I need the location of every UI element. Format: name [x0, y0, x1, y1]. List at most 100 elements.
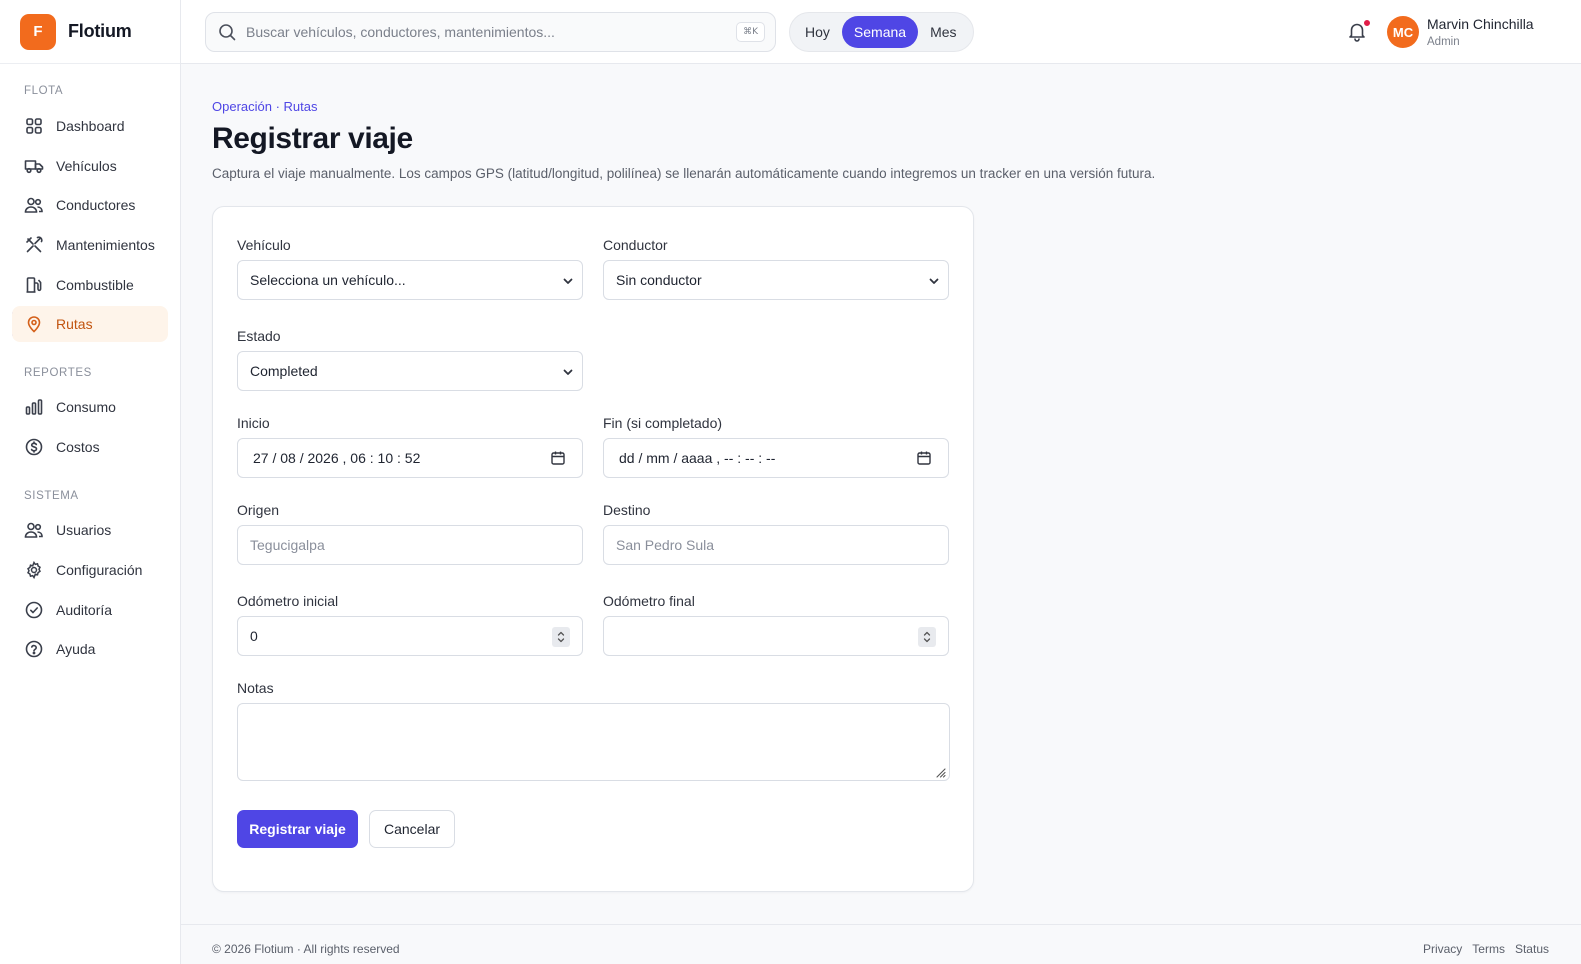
- sidebar-item-label: Rutas: [56, 316, 93, 332]
- end-datetime-input[interactable]: dd / mm / aaaa , -- : -- : --: [603, 438, 949, 478]
- user-name: Marvin Chinchilla: [1427, 16, 1534, 32]
- number-stepper[interactable]: [918, 627, 936, 647]
- avatar[interactable]: MC: [1387, 16, 1419, 48]
- register-trip-button[interactable]: Registrar viaje: [237, 810, 358, 848]
- sidebar-item-combustible[interactable]: Combustible: [12, 267, 168, 303]
- origin-label: Origen: [237, 502, 280, 518]
- sidebar-item-usuarios[interactable]: Usuarios: [12, 512, 168, 548]
- destination-label: Destino: [603, 502, 651, 518]
- sidebar-item-label: Mantenimientos: [56, 237, 155, 253]
- footer-link-terms[interactable]: Terms: [1472, 942, 1505, 956]
- driver-label: Conductor: [603, 237, 668, 253]
- user-role: Admin: [1427, 36, 1460, 48]
- calendar-icon[interactable]: [916, 450, 932, 466]
- calendar-icon[interactable]: [550, 450, 566, 466]
- notes-label: Notas: [237, 680, 274, 696]
- footer-link-status[interactable]: Status: [1515, 942, 1549, 956]
- brand[interactable]: F Flotium: [0, 0, 180, 64]
- period-mes[interactable]: Mes: [918, 16, 968, 48]
- grid-icon: [24, 116, 44, 136]
- sidebar-item-label: Combustible: [56, 277, 134, 293]
- origin-placeholder: Tegucigalpa: [250, 537, 325, 553]
- search-icon: [218, 23, 236, 41]
- cancel-button[interactable]: Cancelar: [369, 810, 455, 848]
- end-datetime-value: dd / mm / aaaa , -- : -- : --: [619, 450, 776, 466]
- footer-links: Privacy Terms Status: [1423, 942, 1549, 956]
- truck-icon: [24, 156, 44, 176]
- page-description: Captura el viaje manualmente. Los campos…: [212, 166, 1156, 181]
- resize-handle-icon[interactable]: [934, 765, 946, 778]
- nav-section-flota: FLOTA: [24, 85, 64, 97]
- nav-section-reportes: REPORTES: [24, 367, 92, 379]
- sidebar-item-consumo[interactable]: Consumo: [12, 389, 168, 425]
- vehicle-label: Vehículo: [237, 237, 291, 253]
- sidebar-item-configuracion[interactable]: Configuración: [12, 552, 168, 588]
- sidebar-item-conductores[interactable]: Conductores: [12, 187, 168, 223]
- odometer-end-label: Odómetro final: [603, 593, 695, 609]
- destination-input[interactable]: San Pedro Sula: [603, 525, 949, 565]
- end-label: Fin (si completado): [603, 415, 723, 431]
- sidebar-item-label: Consumo: [56, 399, 116, 415]
- search-bar[interactable]: ⌘K: [205, 12, 776, 52]
- copyright: © 2026 Flotium · All rights reserved: [212, 942, 400, 956]
- status-select-value: Completed: [250, 363, 318, 379]
- gear-icon: [24, 560, 44, 580]
- sidebar-item-dashboard[interactable]: Dashboard: [12, 108, 168, 144]
- sidebar-item-label: Auditoría: [56, 602, 113, 618]
- destination-placeholder: San Pedro Sula: [616, 537, 715, 553]
- sidebar-item-label: Costos: [56, 439, 100, 455]
- sidebar-item-label: Conductores: [56, 197, 136, 213]
- sidebar-item-label: Ayuda: [56, 641, 96, 657]
- breadcrumb[interactable]: Operación · Rutas: [212, 99, 318, 114]
- footer: © 2026 Flotium · All rights reserved Pri…: [181, 924, 1581, 964]
- search-shortcut: ⌘K: [736, 22, 765, 42]
- status-select[interactable]: Completed: [237, 351, 583, 391]
- wrench-icon: [24, 235, 44, 255]
- odometer-start-label: Odómetro inicial: [237, 593, 339, 609]
- sidebar-item-label: Dashboard: [56, 118, 125, 134]
- period-hoy[interactable]: Hoy: [793, 16, 842, 48]
- period-semana[interactable]: Semana: [841, 16, 919, 48]
- odometer-start-input[interactable]: 0: [237, 616, 583, 656]
- nav-section-sistema: SISTEMA: [24, 490, 79, 502]
- page-title: Registrar viaje: [212, 122, 413, 155]
- search-input[interactable]: [246, 24, 726, 40]
- check-circle-icon: [24, 600, 44, 620]
- start-label: Inicio: [237, 415, 270, 431]
- status-label: Estado: [237, 328, 281, 344]
- start-datetime-value: 27 / 08 / 2026 , 06 : 10 : 52: [253, 450, 421, 466]
- sidebar-item-mantenimientos[interactable]: Mantenimientos: [12, 227, 168, 263]
- origin-input[interactable]: Tegucigalpa: [237, 525, 583, 565]
- chevron-down-icon: [562, 365, 574, 377]
- number-stepper[interactable]: [552, 627, 570, 647]
- sidebar-item-costos[interactable]: Costos: [12, 429, 168, 465]
- driver-select[interactable]: Sin conductor: [603, 260, 949, 300]
- trip-form: Vehículo Selecciona un vehículo... Condu…: [212, 206, 974, 892]
- sidebar-item-label: Configuración: [56, 562, 143, 578]
- odometer-end-input[interactable]: [603, 616, 949, 656]
- brand-logo: F: [20, 13, 56, 50]
- chevron-down-icon: [928, 274, 940, 286]
- dollar-circle-icon: [24, 437, 44, 457]
- map-pin-icon: [24, 314, 44, 334]
- chevron-down-icon: [562, 274, 574, 286]
- vehicle-select-value: Selecciona un vehículo...: [250, 272, 406, 288]
- sidebar-item-auditoria[interactable]: Auditoría: [12, 592, 168, 628]
- users-icon: [24, 520, 44, 540]
- sidebar-item-ayuda[interactable]: Ayuda: [12, 631, 168, 667]
- period-selector: Hoy Semana Mes: [789, 12, 974, 52]
- start-datetime-input[interactable]: 27 / 08 / 2026 , 06 : 10 : 52: [237, 438, 583, 478]
- notes-textarea[interactable]: [237, 703, 950, 781]
- vehicle-select[interactable]: Selecciona un vehículo...: [237, 260, 583, 300]
- sidebar-item-rutas[interactable]: Rutas: [12, 306, 168, 342]
- brand-name: Flotium: [68, 21, 132, 41]
- odometer-start-value: 0: [250, 628, 258, 644]
- notification-dot: [1363, 19, 1371, 27]
- fuel-icon: [24, 275, 44, 295]
- bar-chart-icon: [24, 397, 44, 417]
- help-circle-icon: [24, 639, 44, 659]
- sidebar-item-label: Vehículos: [56, 158, 117, 174]
- sidebar: F Flotium FLOTA Dashboard Vehículos Cond…: [0, 0, 181, 964]
- footer-link-privacy[interactable]: Privacy: [1423, 942, 1462, 956]
- sidebar-item-vehiculos[interactable]: Vehículos: [12, 148, 168, 184]
